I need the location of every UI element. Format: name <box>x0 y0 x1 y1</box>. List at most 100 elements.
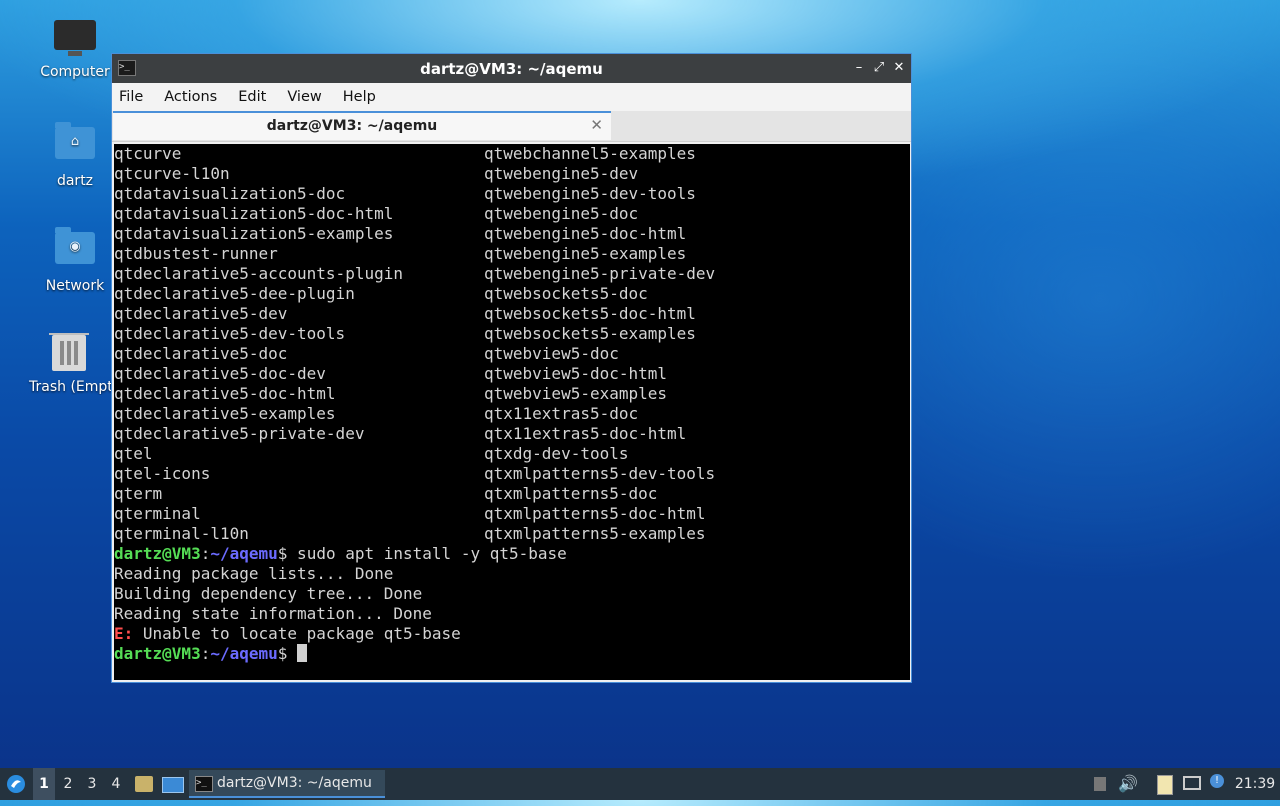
package-name: qtwebengine5-doc-html <box>484 224 687 243</box>
terminal-line: qterminal qtxmlpatterns5-doc-html <box>114 504 910 524</box>
menu-bar: File Actions Edit View Help <box>112 83 911 111</box>
start-menu-button[interactable] <box>4 768 28 800</box>
prompt-path: ~/aqemu <box>210 544 278 563</box>
terminal-line: qtdeclarative5-dee-plugin qtwebsockets5-d… <box>114 284 910 304</box>
terminal-line: qtdeclarative5-private-dev qtx11extras5-d… <box>114 424 910 444</box>
package-name: qtwebview5-examples <box>484 384 668 403</box>
desktop-icon-label: dartz <box>56 173 94 189</box>
package-name: qtdbustest-runner <box>114 244 278 263</box>
package-name: qtwebchannel5-examples <box>484 144 696 163</box>
menu-file[interactable]: File <box>116 89 146 105</box>
package-name: qtwebengine5-dev <box>484 164 639 183</box>
terminal-line: qtdeclarative5-doc qtwebview5-doc <box>114 344 910 364</box>
package-name: qtdatavisualization5-examples <box>114 224 394 243</box>
tab-close-icon[interactable]: ✕ <box>590 116 603 134</box>
taskbar-item-label: dartz@VM3: ~/aqemu <box>217 775 372 791</box>
desktop-icon-trash[interactable]: Trash (Empt <box>25 333 113 395</box>
package-name: qtwebsockets5-examples <box>484 324 696 343</box>
file-manager-icon[interactable] <box>133 768 155 800</box>
tab-terminal[interactable]: dartz@VM3: ~/aqemu ✕ <box>113 111 611 140</box>
update-notifier-icon[interactable]: ! <box>1208 768 1226 800</box>
package-name: qtx11extras5-doc <box>484 404 639 423</box>
terminal-output[interactable]: qtcurve qtwebchannel5-examples qtcurve-l10… <box>114 144 910 680</box>
eject-icon[interactable] <box>1091 768 1109 800</box>
package-name: qtwebengine5-doc <box>484 204 639 223</box>
terminal-line: qtdeclarative5-doc-dev qtwebview5-doc-htm… <box>114 364 910 384</box>
menu-view[interactable]: View <box>284 89 324 105</box>
close-button[interactable]: ✕ <box>890 59 908 77</box>
home-folder-icon: ⌂ <box>53 122 97 167</box>
error-line: E: Unable to locate package qt5-base <box>114 624 910 644</box>
workspace-1[interactable]: 1 <box>33 768 55 800</box>
terminal-line: qtdatavisualization5-doc qtwebengine5-dev… <box>114 184 910 204</box>
package-name: qtwebview5-doc <box>484 344 619 363</box>
package-name: qterminal-l10n <box>114 524 249 543</box>
package-name: qtwebsockets5-doc-html <box>484 304 696 323</box>
workspace-4[interactable]: 4 <box>105 768 127 800</box>
network-icon[interactable] <box>1181 768 1203 800</box>
maximize-button[interactable]: ⤢ <box>870 59 888 77</box>
window-title: dartz@VM3: ~/aqemu <box>420 60 603 78</box>
package-name: qtdeclarative5-doc-dev <box>114 364 326 383</box>
package-name: qtxdg-dev-tools <box>484 444 629 463</box>
menu-actions[interactable]: Actions <box>161 89 220 105</box>
network-folder-icon: ◉ <box>53 227 97 272</box>
desktop-icon-network[interactable]: ◉ Network <box>25 227 125 294</box>
taskbar: 1 2 3 4 >_ dartz@VM3: ~/aqemu 🔊 ! 21:39 <box>0 768 1280 800</box>
package-name: qtdatavisualization5-doc <box>114 184 346 203</box>
menu-help[interactable]: Help <box>340 89 379 105</box>
text-cursor <box>297 644 308 662</box>
terminal-line: qtdeclarative5-examples qtx11extras5-doc <box>114 404 910 424</box>
tab-bar: dartz@VM3: ~/aqemu ✕ <box>112 111 911 142</box>
window-titlebar[interactable]: >_ dartz@VM3: ~/aqemu – ⤢ ✕ <box>112 54 911 83</box>
desktop-icon-home[interactable]: ⌂ dartz <box>25 122 125 189</box>
desktop-icon-label: Computer <box>40 64 110 80</box>
workspace-2[interactable]: 2 <box>57 768 79 800</box>
package-name: qtdeclarative5-examples <box>114 404 336 423</box>
package-name: qtx11extras5-doc-html <box>484 424 687 443</box>
show-desktop-icon[interactable] <box>161 768 185 800</box>
volume-icon[interactable]: 🔊 <box>1117 768 1139 800</box>
trash-icon <box>47 333 91 373</box>
prompt-colon: : <box>200 644 211 663</box>
terminal-line: qtdatavisualization5-doc-html qtwebengine… <box>114 204 910 224</box>
package-name: qtwebengine5-dev-tools <box>484 184 696 203</box>
terminal-line: qtcurve-l10n qtwebengine5-dev <box>114 164 910 184</box>
lubuntu-logo-icon <box>7 775 25 793</box>
terminal-line: qtel qtxdg-dev-tools <box>114 444 910 464</box>
minimize-button[interactable]: – <box>850 59 868 77</box>
terminal-line: qtdbustest-runner qtwebengine5-examples <box>114 244 910 264</box>
terminal-line: qtdeclarative5-dev qtwebsockets5-doc-html <box>114 304 910 324</box>
package-name: qtxmlpatterns5-dev-tools <box>484 464 716 483</box>
terminal-icon: >_ <box>195 776 213 792</box>
tab-label: dartz@VM3: ~/aqemu <box>266 118 438 134</box>
menu-edit[interactable]: Edit <box>235 89 269 105</box>
command-text: sudo apt install -y qt5-base <box>287 544 567 563</box>
package-name: qtdatavisualization5-doc-html <box>114 204 394 223</box>
terminal-line: qterminal-l10n qtxmlpatterns5-examples <box>114 524 910 544</box>
clock[interactable]: 21:39 <box>1234 768 1276 800</box>
package-name: qtxmlpatterns5-doc <box>484 484 658 503</box>
prompt-dollar: $ <box>277 544 288 563</box>
workspace-3[interactable]: 3 <box>81 768 103 800</box>
clipboard-icon[interactable] <box>1155 768 1175 800</box>
package-name: qtdeclarative5-doc-html <box>114 384 336 403</box>
output-line: Building dependency tree... Done <box>114 584 423 603</box>
output-line: Reading state information... Done <box>114 604 432 623</box>
prompt-user: dartz@VM3 <box>114 644 201 663</box>
package-name: qtdeclarative5-private-dev <box>114 424 365 443</box>
prompt-dollar: $ <box>277 644 288 663</box>
output-line: Reading package lists... Done <box>114 564 394 583</box>
error-message: Unable to locate package qt5-base <box>133 624 461 643</box>
terminal-line: qtdeclarative5-dev-tools qtwebsockets5-ex… <box>114 324 910 344</box>
desktop-icon-label: Network <box>45 278 105 294</box>
package-name: qtdeclarative5-dev-tools <box>114 324 346 343</box>
package-name: qtel-icons <box>114 464 211 483</box>
package-name: qtwebview5-doc-html <box>484 364 668 383</box>
desktop-icon-computer[interactable]: Computer <box>25 18 125 80</box>
taskbar-item-terminal[interactable]: >_ dartz@VM3: ~/aqemu <box>189 770 385 798</box>
prompt-line: dartz@VM3:~/aqemu$ <box>114 644 910 664</box>
package-name: qtcurve <box>114 144 182 163</box>
error-prefix: E: <box>114 624 134 643</box>
prompt-user: dartz@VM3 <box>114 544 201 563</box>
